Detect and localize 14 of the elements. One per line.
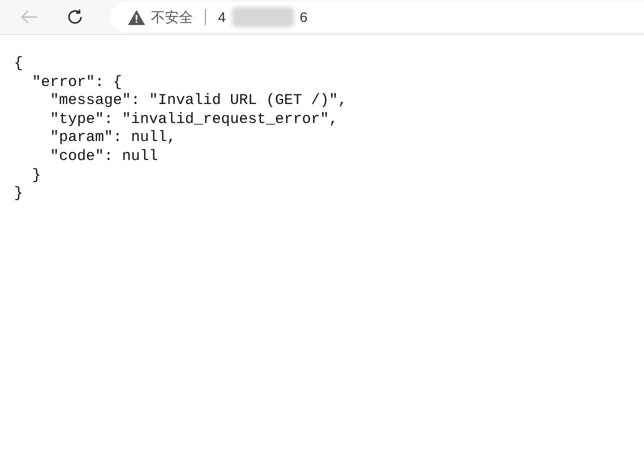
address-text: 4 bbox=[218, 8, 226, 26]
address-bar[interactable]: 不安全 4 6 bbox=[110, 2, 644, 32]
redaction bbox=[232, 7, 294, 27]
json-line: "message": "Invalid URL (GET /)", bbox=[50, 92, 348, 111]
json-line: "error": { bbox=[32, 74, 122, 92]
json-line: "code": null bbox=[50, 148, 158, 167]
warning-icon bbox=[128, 10, 145, 24]
security-label: 不安全 bbox=[151, 8, 193, 26]
json-line: } bbox=[32, 166, 42, 186]
json-line: "type": "invalid_request_error", bbox=[50, 110, 338, 130]
json-line: { bbox=[14, 55, 24, 74]
json-line: "param": null, bbox=[50, 129, 176, 148]
address-text: 6 bbox=[300, 8, 308, 26]
json-line: } bbox=[14, 185, 24, 204]
